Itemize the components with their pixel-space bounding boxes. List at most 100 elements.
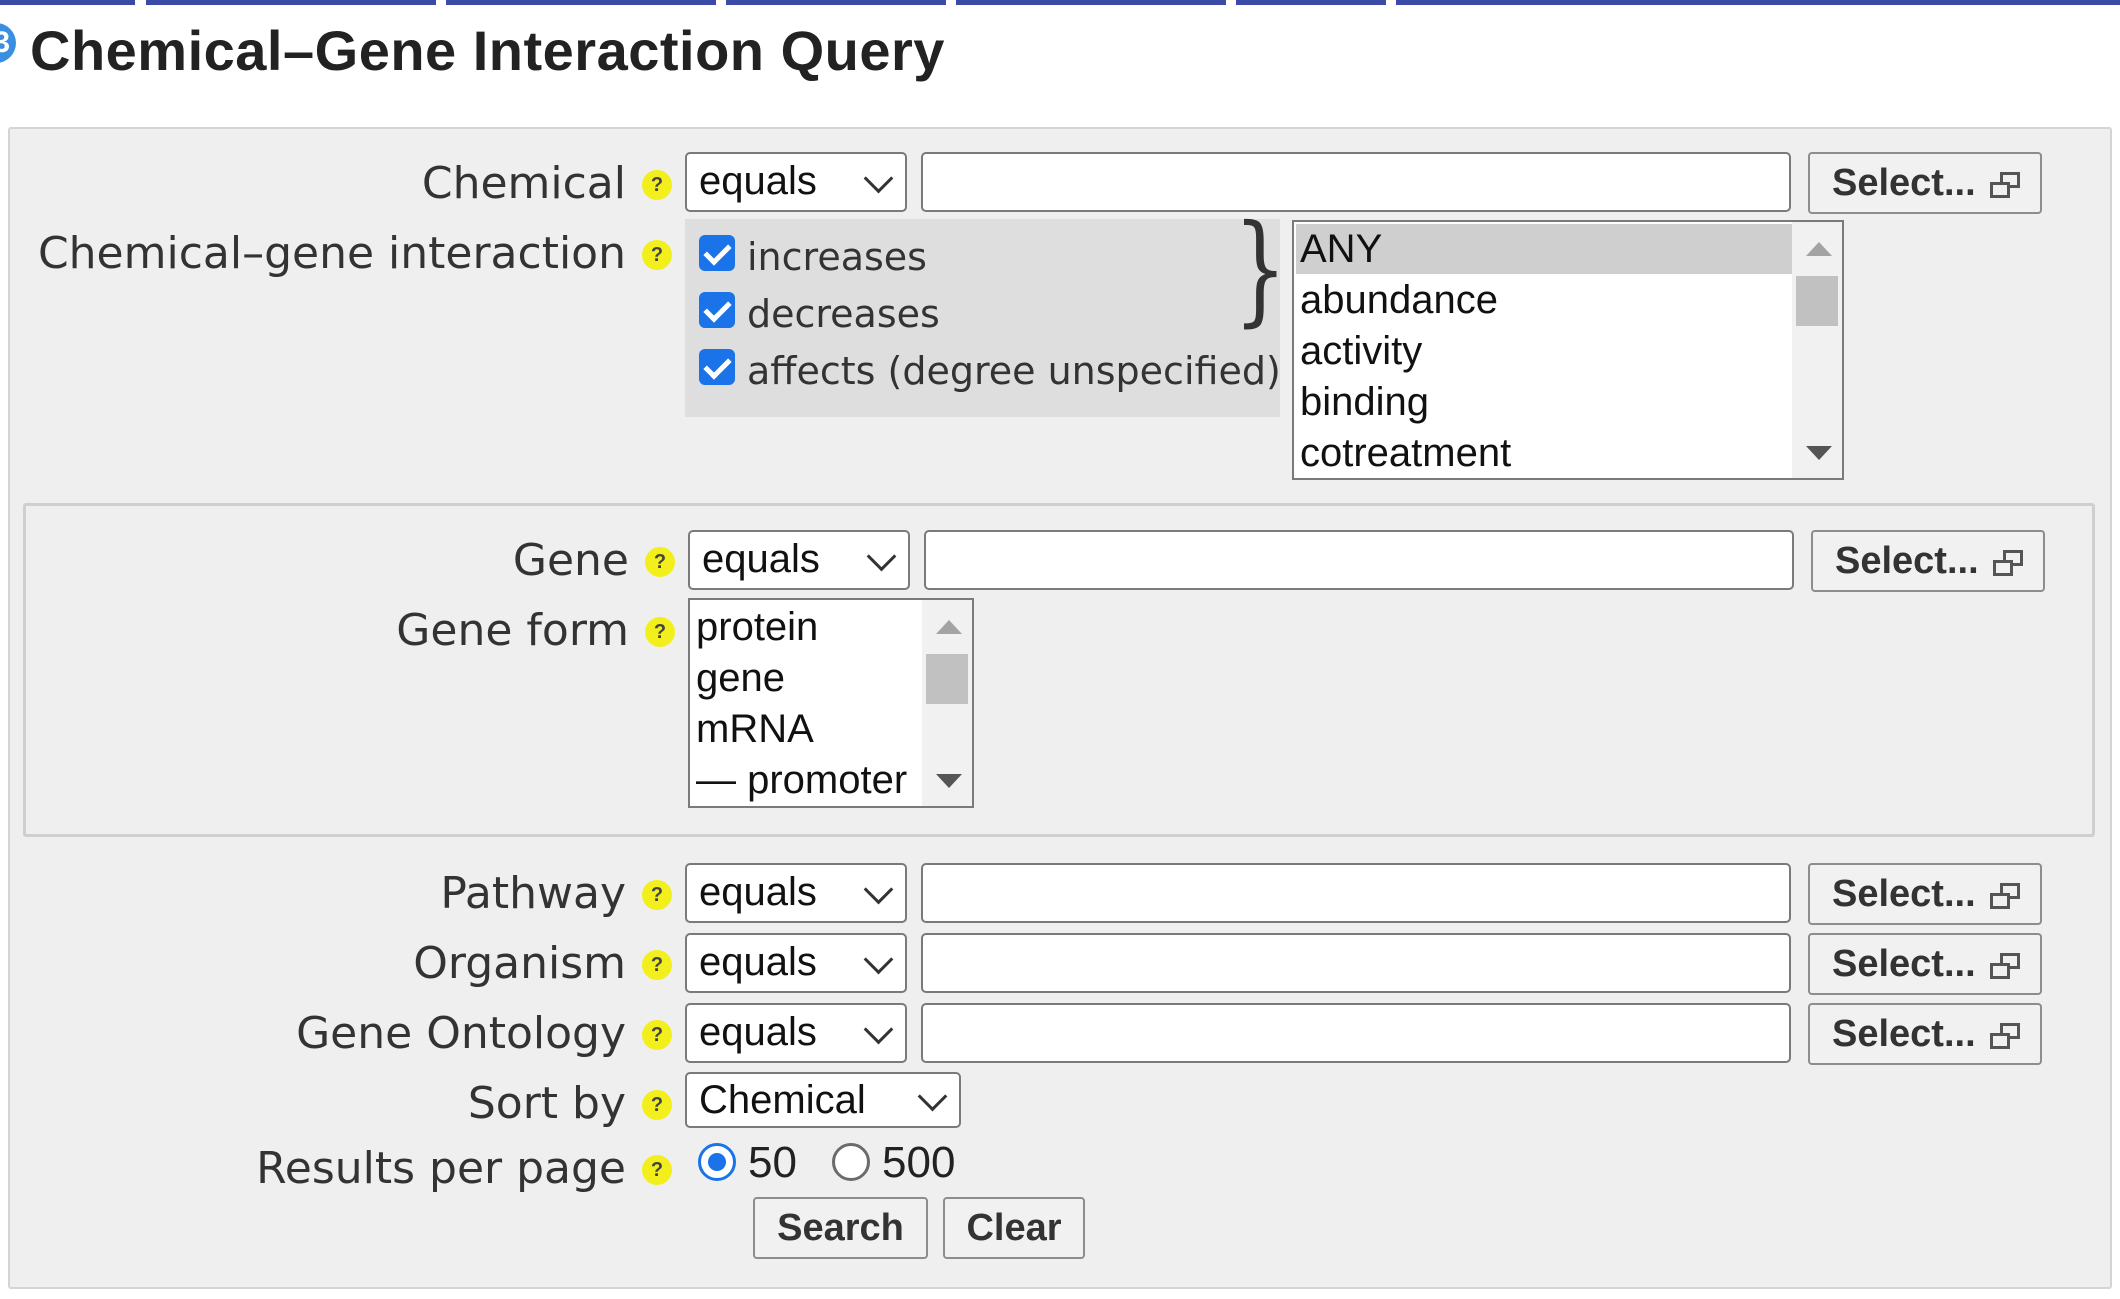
organism-operator-select[interactable]: equals xyxy=(685,933,907,993)
pathway-help-icon[interactable]: ? xyxy=(642,880,672,910)
gene-help-icon[interactable]: ? xyxy=(645,547,675,577)
checkbox-checked-icon[interactable] xyxy=(699,292,735,328)
scroll-down-icon[interactable] xyxy=(1806,446,1832,460)
list-item[interactable]: gene xyxy=(696,653,785,703)
chemical-select-button[interactable]: Select... xyxy=(1808,152,2042,214)
gene-ontology-operator-value: equals xyxy=(699,1010,817,1054)
radio-500-label: 500 xyxy=(882,1138,956,1187)
scrollbar-thumb[interactable] xyxy=(926,654,968,704)
tab-strip-segment xyxy=(1396,0,2120,5)
organism-help-icon[interactable]: ? xyxy=(642,950,672,980)
gene-operator-select[interactable]: equals xyxy=(688,530,910,590)
list-item[interactable]: — promoter xyxy=(696,755,907,805)
chevron-down-icon xyxy=(863,163,894,194)
popup-window-icon xyxy=(1993,550,2025,578)
chemical-label: Chemical xyxy=(421,158,626,209)
listbox-scrollbar[interactable] xyxy=(922,600,972,806)
gene-operator-value: equals xyxy=(702,537,820,581)
list-item[interactable]: ANY xyxy=(1296,224,1794,274)
tab-strip-segment xyxy=(446,0,716,5)
interaction-type-listbox[interactable]: ANY abundance activity binding cotreatme… xyxy=(1292,220,1844,480)
scroll-down-icon[interactable] xyxy=(936,774,962,788)
chevron-down-icon xyxy=(917,1081,948,1112)
popup-window-icon xyxy=(1990,953,2022,981)
gene-form-help-icon[interactable]: ? xyxy=(645,617,675,647)
gene-select-button-label: Select... xyxy=(1835,540,1979,582)
pathway-select-button[interactable]: Select... xyxy=(1808,863,2042,925)
interaction-degree-checkboxes: increases decreases affects (degree unsp… xyxy=(685,219,1281,417)
tab-strip-segment xyxy=(0,0,135,5)
brace-glyph: } xyxy=(1233,200,1287,339)
tab-strip-segment xyxy=(956,0,1226,5)
sort-by-value: Chemical xyxy=(699,1078,866,1122)
checkbox-affects[interactable]: affects (degree unspecified) xyxy=(699,349,1281,393)
checkbox-increases[interactable]: increases xyxy=(699,235,1259,279)
gene-label: Gene xyxy=(512,535,629,586)
checkbox-decreases[interactable]: decreases xyxy=(699,292,1259,336)
chevron-down-icon xyxy=(866,541,897,572)
list-item[interactable]: protein xyxy=(696,602,818,652)
results-per-page-help-icon[interactable]: ? xyxy=(642,1155,672,1185)
gene-form-label: Gene form xyxy=(396,605,629,656)
tab-strip-segment xyxy=(726,0,946,5)
clear-button[interactable]: Clear xyxy=(943,1197,1085,1259)
list-item[interactable]: cotreatment xyxy=(1300,428,1511,478)
gene-form-listbox[interactable]: protein gene mRNA — promoter xyxy=(688,598,974,808)
list-item[interactable]: abundance xyxy=(1300,275,1498,325)
list-item[interactable]: activity xyxy=(1300,326,1422,376)
gene-ontology-help-icon[interactable]: ? xyxy=(642,1020,672,1050)
gene-ontology-input[interactable] xyxy=(921,1003,1791,1063)
organism-operator-value: equals xyxy=(699,940,817,984)
organism-input[interactable] xyxy=(921,933,1791,993)
chemical-operator-select[interactable]: equals xyxy=(685,152,907,212)
list-item[interactable]: binding xyxy=(1300,377,1429,427)
pathway-select-button-label: Select... xyxy=(1832,873,1976,915)
sort-by-select[interactable]: Chemical xyxy=(685,1072,961,1128)
site-logo-icon: 3 xyxy=(0,23,16,63)
tab-strip-segment xyxy=(1236,0,1386,5)
popup-window-icon xyxy=(1990,883,2022,911)
gene-ontology-label: Gene Ontology xyxy=(296,1008,626,1059)
checkbox-label: affects (degree unspecified) xyxy=(747,349,1281,393)
chevron-down-icon xyxy=(863,874,894,905)
gene-input[interactable] xyxy=(924,530,1794,590)
chemical-help-icon[interactable]: ? xyxy=(642,170,672,200)
pathway-label: Pathway xyxy=(440,868,626,919)
top-tab-strip xyxy=(0,0,2120,5)
organism-select-button-label: Select... xyxy=(1832,943,1976,985)
organism-label: Organism xyxy=(413,938,626,989)
chemical-select-button-label: Select... xyxy=(1832,162,1976,204)
scroll-up-icon[interactable] xyxy=(1806,242,1832,256)
list-item[interactable]: mRNA xyxy=(696,704,814,754)
pathway-operator-select[interactable]: equals xyxy=(685,863,907,923)
sort-by-label: Sort by xyxy=(467,1078,626,1129)
interaction-help-icon[interactable]: ? xyxy=(642,240,672,270)
radio-50-label: 50 xyxy=(748,1138,797,1187)
gene-ontology-select-button-label: Select... xyxy=(1832,1013,1976,1055)
pathway-operator-value: equals xyxy=(699,870,817,914)
results-per-page-label: Results per page xyxy=(256,1143,626,1194)
chemical-input[interactable] xyxy=(921,152,1791,212)
sort-by-help-icon[interactable]: ? xyxy=(642,1090,672,1120)
interaction-label: Chemical–gene interaction xyxy=(37,228,626,279)
gene-select-button[interactable]: Select... xyxy=(1811,530,2045,592)
page-title: Chemical–Gene Interaction Query xyxy=(30,19,945,82)
tab-strip-segment xyxy=(146,0,436,5)
radio-50-selected[interactable] xyxy=(698,1143,736,1181)
chevron-down-icon xyxy=(863,944,894,975)
radio-500[interactable] xyxy=(832,1143,870,1181)
listbox-scrollbar[interactable] xyxy=(1792,222,1842,478)
search-button[interactable]: Search xyxy=(753,1197,928,1259)
checkbox-checked-icon[interactable] xyxy=(699,235,735,271)
chevron-down-icon xyxy=(863,1014,894,1045)
scrollbar-thumb[interactable] xyxy=(1796,276,1838,326)
gene-ontology-select-button[interactable]: Select... xyxy=(1808,1003,2042,1065)
organism-select-button[interactable]: Select... xyxy=(1808,933,2042,995)
popup-window-icon xyxy=(1990,1023,2022,1051)
pathway-input[interactable] xyxy=(921,863,1791,923)
scroll-up-icon[interactable] xyxy=(936,620,962,634)
checkbox-checked-icon[interactable] xyxy=(699,349,735,385)
gene-ontology-operator-select[interactable]: equals xyxy=(685,1003,907,1063)
checkbox-label: increases xyxy=(747,235,927,279)
popup-window-icon xyxy=(1990,172,2022,200)
